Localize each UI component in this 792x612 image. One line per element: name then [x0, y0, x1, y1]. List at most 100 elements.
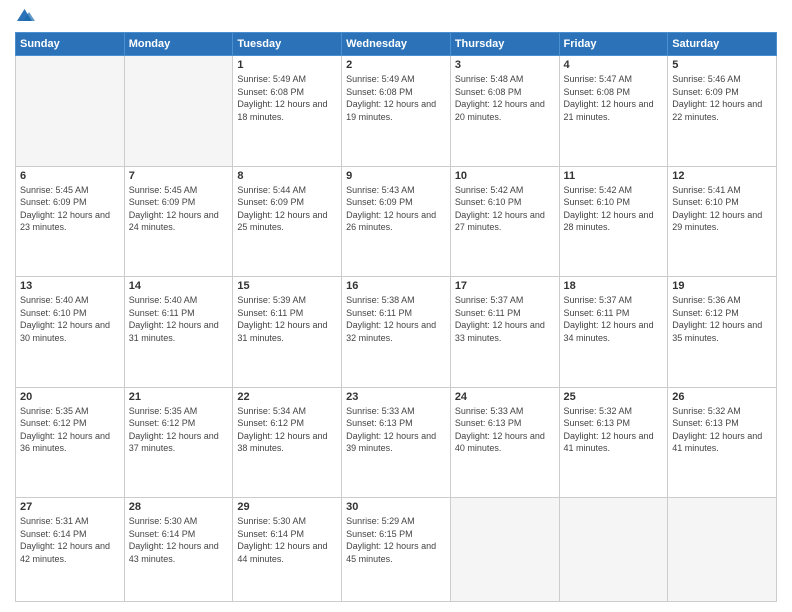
day-info: Sunrise: 5:37 AMSunset: 6:11 PMDaylight:… — [455, 294, 555, 344]
calendar-cell-14: 14Sunrise: 5:40 AMSunset: 6:11 PMDayligh… — [124, 277, 233, 388]
calendar-table: SundayMondayTuesdayWednesdayThursdayFrid… — [15, 32, 777, 602]
calendar-cell-16: 16 Sunrise: 5:38 AMSunset: 6:11 PMDayligh… — [342, 277, 451, 388]
calendar-cell-22: 22 Sunrise: 5:34 AMSunset: 6:12 PMDayligh… — [233, 387, 342, 498]
day-info: Sunrise: 5:48 AMSunset: 6:08 PMDaylight:… — [455, 73, 555, 123]
calendar-cell-5: 5 Sunrise: 5:46 AMSunset: 6:09 PMDaylight… — [668, 56, 777, 167]
weekday-header-tuesday: Tuesday — [233, 33, 342, 56]
calendar-cell-empty — [559, 498, 668, 602]
calendar-cell-26: 26 Sunrise: 5:32 AMSunset: 6:13 PMDayligh… — [668, 387, 777, 498]
calendar-cell-15: 15 Sunrise: 5:39 AMSunset: 6:11 PMDayligh… — [233, 277, 342, 388]
day-number: 2 — [346, 59, 446, 71]
calendar-cell-10: 10 Sunrise: 5:42 AMSunset: 6:10 PMDayligh… — [450, 166, 559, 277]
day-number: 7 — [129, 170, 229, 182]
day-info: Sunrise: 5:39 AMSunset: 6:11 PMDaylight:… — [237, 294, 337, 344]
day-number: 20 — [20, 391, 120, 403]
day-number: 9 — [346, 170, 446, 182]
weekday-header-wednesday: Wednesday — [342, 33, 451, 56]
day-number: 8 — [237, 170, 337, 182]
day-number: 5 — [672, 59, 772, 71]
calendar-cell-7: 7 Sunrise: 5:45 AMSunset: 6:09 PMDaylight… — [124, 166, 233, 277]
calendar-cell-23: 23 Sunrise: 5:33 AMSunset: 6:13 PMDayligh… — [342, 387, 451, 498]
day-info: Sunrise: 5:44 AMSunset: 6:09 PMDaylight:… — [237, 184, 337, 234]
day-info: Sunrise: 5:33 AMSunset: 6:13 PMDaylight:… — [455, 405, 555, 455]
day-info: Sunrise: 5:45 AMSunset: 6:09 PMDaylight:… — [20, 184, 120, 234]
calendar-row-4: 27 Sunrise: 5:31 AMSunset: 6:14 PMDayligh… — [16, 498, 777, 602]
day-info: Sunrise: 5:30 AMSunset: 6:14 PMDaylight:… — [237, 515, 337, 565]
day-number: 17 — [455, 280, 555, 292]
day-number: 23 — [346, 391, 446, 403]
day-number: 4 — [564, 59, 664, 71]
calendar-cell-8: 8 Sunrise: 5:44 AMSunset: 6:09 PMDaylight… — [233, 166, 342, 277]
day-number: 21 — [129, 391, 229, 403]
day-number: 24 — [455, 391, 555, 403]
calendar-cell-6: 6 Sunrise: 5:45 AMSunset: 6:09 PMDaylight… — [16, 166, 125, 277]
day-number: 1 — [237, 59, 337, 71]
calendar-cell-13: 13Sunrise: 5:40 AMSunset: 6:10 PMDayligh… — [16, 277, 125, 388]
calendar-cell-empty — [668, 498, 777, 602]
day-number: 26 — [672, 391, 772, 403]
calendar-cell-27: 27 Sunrise: 5:31 AMSunset: 6:14 PMDayligh… — [16, 498, 125, 602]
day-number: 19 — [672, 280, 772, 292]
day-info: Sunrise: 5:46 AMSunset: 6:09 PMDaylight:… — [672, 73, 772, 123]
calendar-cell-empty — [450, 498, 559, 602]
calendar-cell-9: 9Sunrise: 5:43 AMSunset: 6:09 PMDaylight… — [342, 166, 451, 277]
day-info: Sunrise: 5:47 AMSunset: 6:08 PMDaylight:… — [564, 73, 664, 123]
day-info: Sunrise: 5:37 AMSunset: 6:11 PMDaylight:… — [564, 294, 664, 344]
calendar-cell-empty — [16, 56, 125, 167]
calendar-cell-24: 24 Sunrise: 5:33 AMSunset: 6:13 PMDayligh… — [450, 387, 559, 498]
day-info: Sunrise: 5:32 AMSunset: 6:13 PMDaylight:… — [672, 405, 772, 455]
calendar-cell-19: 19 Sunrise: 5:36 AMSunset: 6:12 PMDayligh… — [668, 277, 777, 388]
page: SundayMondayTuesdayWednesdayThursdayFrid… — [0, 0, 792, 612]
day-info: Sunrise: 5:40 AMSunset: 6:10 PMDaylight:… — [20, 294, 120, 344]
weekday-header-saturday: Saturday — [668, 33, 777, 56]
day-info: Sunrise: 5:34 AMSunset: 6:12 PMDaylight:… — [237, 405, 337, 455]
calendar-cell-12: 12 Sunrise: 5:41 AMSunset: 6:10 PMDayligh… — [668, 166, 777, 277]
weekday-header-friday: Friday — [559, 33, 668, 56]
day-info: Sunrise: 5:49 AMSunset: 6:08 PMDaylight:… — [346, 73, 446, 123]
calendar-cell-21: 21 Sunrise: 5:35 AMSunset: 6:12 PMDayligh… — [124, 387, 233, 498]
calendar-cell-4: 4 Sunrise: 5:47 AMSunset: 6:08 PMDaylight… — [559, 56, 668, 167]
day-number: 22 — [237, 391, 337, 403]
day-number: 18 — [564, 280, 664, 292]
day-info: Sunrise: 5:41 AMSunset: 6:10 PMDaylight:… — [672, 184, 772, 234]
calendar-row-3: 20 Sunrise: 5:35 AMSunset: 6:12 PMDayligh… — [16, 387, 777, 498]
logo-text — [15, 10, 35, 24]
calendar-cell-28: 28Sunrise: 5:30 AMSunset: 6:14 PMDayligh… — [124, 498, 233, 602]
day-number: 27 — [20, 501, 120, 513]
day-number: 11 — [564, 170, 664, 182]
day-number: 12 — [672, 170, 772, 182]
day-info: Sunrise: 5:29 AMSunset: 6:15 PMDaylight:… — [346, 515, 446, 565]
day-info: Sunrise: 5:33 AMSunset: 6:13 PMDaylight:… — [346, 405, 446, 455]
header — [15, 10, 777, 24]
weekday-header-thursday: Thursday — [450, 33, 559, 56]
calendar-cell-20: 20 Sunrise: 5:35 AMSunset: 6:12 PMDayligh… — [16, 387, 125, 498]
day-info: Sunrise: 5:36 AMSunset: 6:12 PMDaylight:… — [672, 294, 772, 344]
day-number: 6 — [20, 170, 120, 182]
day-info: Sunrise: 5:31 AMSunset: 6:14 PMDaylight:… — [20, 515, 120, 565]
weekday-header-sunday: Sunday — [16, 33, 125, 56]
day-info: Sunrise: 5:35 AMSunset: 6:12 PMDaylight:… — [20, 405, 120, 455]
day-info: Sunrise: 5:35 AMSunset: 6:12 PMDaylight:… — [129, 405, 229, 455]
day-info: Sunrise: 5:30 AMSunset: 6:14 PMDaylight:… — [129, 515, 229, 565]
calendar-row-2: 13Sunrise: 5:40 AMSunset: 6:10 PMDayligh… — [16, 277, 777, 388]
day-info: Sunrise: 5:42 AMSunset: 6:10 PMDaylight:… — [455, 184, 555, 234]
day-info: Sunrise: 5:45 AMSunset: 6:09 PMDaylight:… — [129, 184, 229, 234]
weekday-header-monday: Monday — [124, 33, 233, 56]
day-number: 16 — [346, 280, 446, 292]
calendar-cell-11: 11 Sunrise: 5:42 AMSunset: 6:10 PMDayligh… — [559, 166, 668, 277]
calendar-cell-empty — [124, 56, 233, 167]
day-info: Sunrise: 5:49 AMSunset: 6:08 PMDaylight:… — [237, 73, 337, 123]
day-number: 14 — [129, 280, 229, 292]
calendar-cell-2: 2 Sunrise: 5:49 AMSunset: 6:08 PMDaylight… — [342, 56, 451, 167]
calendar-cell-1: 1 Sunrise: 5:49 AMSunset: 6:08 PMDaylight… — [233, 56, 342, 167]
day-number: 29 — [237, 501, 337, 513]
day-info: Sunrise: 5:38 AMSunset: 6:11 PMDaylight:… — [346, 294, 446, 344]
day-number: 3 — [455, 59, 555, 71]
calendar-cell-25: 25Sunrise: 5:32 AMSunset: 6:13 PMDayligh… — [559, 387, 668, 498]
day-number: 10 — [455, 170, 555, 182]
calendar-cell-17: 17 Sunrise: 5:37 AMSunset: 6:11 PMDayligh… — [450, 277, 559, 388]
calendar-cell-3: 3 Sunrise: 5:48 AMSunset: 6:08 PMDaylight… — [450, 56, 559, 167]
day-number: 15 — [237, 280, 337, 292]
day-info: Sunrise: 5:42 AMSunset: 6:10 PMDaylight:… — [564, 184, 664, 234]
calendar-row-1: 6 Sunrise: 5:45 AMSunset: 6:09 PMDaylight… — [16, 166, 777, 277]
